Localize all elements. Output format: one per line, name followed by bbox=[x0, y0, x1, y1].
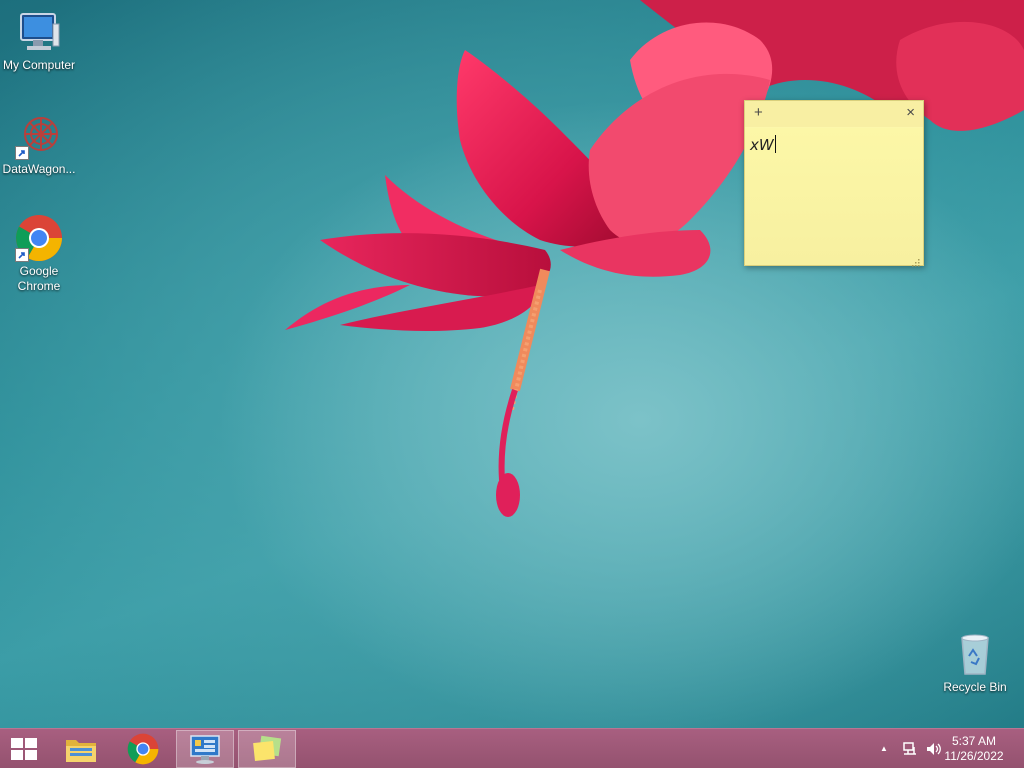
shortcut-arrow-icon bbox=[15, 146, 29, 160]
taskbar-sticky-notes-button[interactable] bbox=[238, 730, 296, 768]
file-explorer-icon bbox=[66, 740, 96, 762]
taskbar-control-panel-button[interactable] bbox=[176, 730, 234, 768]
chrome-icon bbox=[127, 733, 159, 765]
sticky-note-title-bar[interactable]: + × bbox=[745, 101, 923, 127]
taskbar-clock[interactable]: 5:37 AM 11/26/2022 bbox=[934, 734, 1014, 764]
clock-time: 5:37 AM bbox=[951, 734, 997, 748]
taskbar: ▲ 5:37 AM 11/26/2022 bbox=[0, 728, 1024, 768]
recycle-bin-desktop-icon[interactable]: Recycle Bin bbox=[936, 630, 1014, 695]
new-note-button[interactable]: + bbox=[754, 105, 763, 121]
text-caret bbox=[774, 135, 776, 153]
sticky-note-text-area[interactable]: xW bbox=[750, 135, 917, 257]
sticky-note-text: xW bbox=[750, 136, 774, 154]
delete-note-button[interactable]: × bbox=[906, 105, 915, 121]
taskbar-chrome-button[interactable] bbox=[114, 730, 172, 768]
resize-grip-icon[interactable] bbox=[912, 254, 920, 267]
taskbar-file-explorer-button[interactable] bbox=[52, 730, 110, 768]
show-hidden-icons-button[interactable]: ▲ bbox=[880, 744, 888, 753]
clock-date: 11/26/2022 bbox=[944, 749, 1004, 763]
datawagon-label: DataWagon... bbox=[2, 162, 76, 176]
recycle-bin-icon bbox=[951, 630, 999, 678]
sticky-note[interactable]: + × xW bbox=[744, 100, 924, 267]
network-icon[interactable] bbox=[902, 741, 918, 760]
system-tray: ▲ 5:37 AM 11/26/2022 bbox=[864, 729, 1024, 768]
computer-icon bbox=[15, 8, 63, 56]
start-button[interactable] bbox=[0, 730, 48, 768]
my-computer-label: My Computer bbox=[2, 58, 76, 72]
sticky-notes-icon bbox=[253, 735, 282, 761]
google-chrome-label: Google Chrome bbox=[17, 264, 61, 293]
recycle-bin-label: Recycle Bin bbox=[943, 680, 1007, 694]
chrome-icon bbox=[15, 214, 63, 262]
windows-logo-icon bbox=[11, 738, 37, 760]
shortcut-arrow-icon bbox=[15, 248, 29, 262]
google-chrome-desktop-icon[interactable]: Google Chrome bbox=[0, 214, 78, 294]
control-panel-icon bbox=[190, 735, 220, 764]
datawagon-icon bbox=[15, 112, 63, 160]
my-computer-desktop-icon[interactable]: My Computer bbox=[0, 8, 78, 73]
datawagon-desktop-icon[interactable]: DataWagon... bbox=[0, 112, 78, 177]
